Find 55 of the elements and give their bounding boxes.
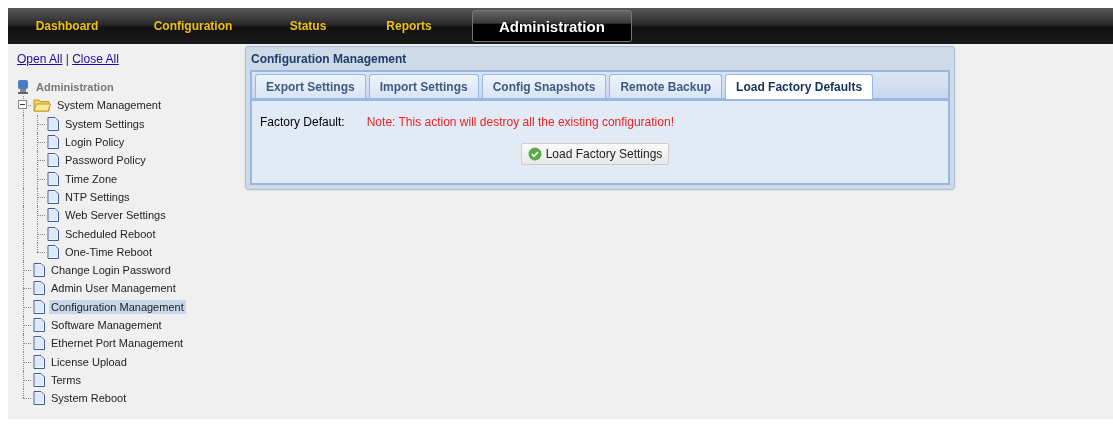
document-icon [33,354,45,369]
warning-text: Note: This action will destroy all the existing configuration! [366,115,674,129]
load-factory-settings-button[interactable]: Load Factory Settings [520,143,670,165]
folder-icon [33,98,51,113]
tree-item[interactable]: Change Login Password [49,263,173,278]
tree-item[interactable]: One-Time Reboot [63,244,155,259]
computer-icon [17,79,29,96]
tree-item[interactable]: System Reboot [49,391,129,406]
nav-tab[interactable]: Configuration [126,8,260,44]
document-icon [47,226,59,241]
tree-item[interactable]: Web Server Settings [63,208,168,223]
document-icon [47,116,59,131]
tree-item[interactable]: Time Zone [63,171,120,186]
document-icon [33,318,45,332]
document-icon [47,153,59,168]
document-icon [47,244,59,259]
tree-item[interactable]: Admin User Management [49,281,178,296]
document-icon [33,281,45,296]
panel-title: Configuration Management [250,51,408,68]
document-icon [33,299,45,314]
document-icon [33,263,45,278]
field-label: Factory Default: [260,115,345,129]
tree-item[interactable]: Software Management [49,318,164,332]
document-icon [33,391,45,406]
open-all-link[interactable]: Open All [17,52,63,66]
nav-tab[interactable]: Reports [356,8,462,44]
tab[interactable]: Import Settings [368,74,479,98]
tab[interactable]: Export Settings [255,74,366,98]
document-icon [47,171,59,186]
document-icon [33,336,45,351]
document-icon [33,372,45,387]
document-icon [47,189,59,204]
tab[interactable]: Config Snapshots [481,74,607,98]
check-icon [527,147,542,161]
link-separator: | [64,52,70,66]
nav-tab[interactable]: Dashboard [8,8,126,44]
tree-item[interactable]: Configuration Management [49,299,186,314]
document-icon [47,135,59,150]
tree-root-label[interactable]: Administration [34,80,116,95]
tree-item[interactable]: Ethernet Port Management [49,336,186,351]
nav-tab[interactable]: Administration [472,10,632,42]
collapse-toggle-icon[interactable] [18,100,27,110]
tree-item[interactable]: System Management [55,98,163,113]
tree-item[interactable]: System Settings [63,116,147,131]
document-icon [47,208,59,223]
tab[interactable]: Remote Backup [609,74,723,98]
tree-item[interactable]: Scheduled Reboot [63,226,158,241]
tree-item[interactable]: License Upload [49,354,129,369]
nav-tab[interactable]: Status [260,8,356,44]
tab[interactable]: Load Factory Defaults [725,74,874,99]
tree-item[interactable]: NTP Settings [63,189,132,204]
close-all-link[interactable]: Close All [72,52,119,66]
tree-item[interactable]: Terms [49,372,83,387]
tree-item[interactable]: Login Policy [63,135,127,150]
tree-item[interactable]: Password Policy [63,153,148,168]
